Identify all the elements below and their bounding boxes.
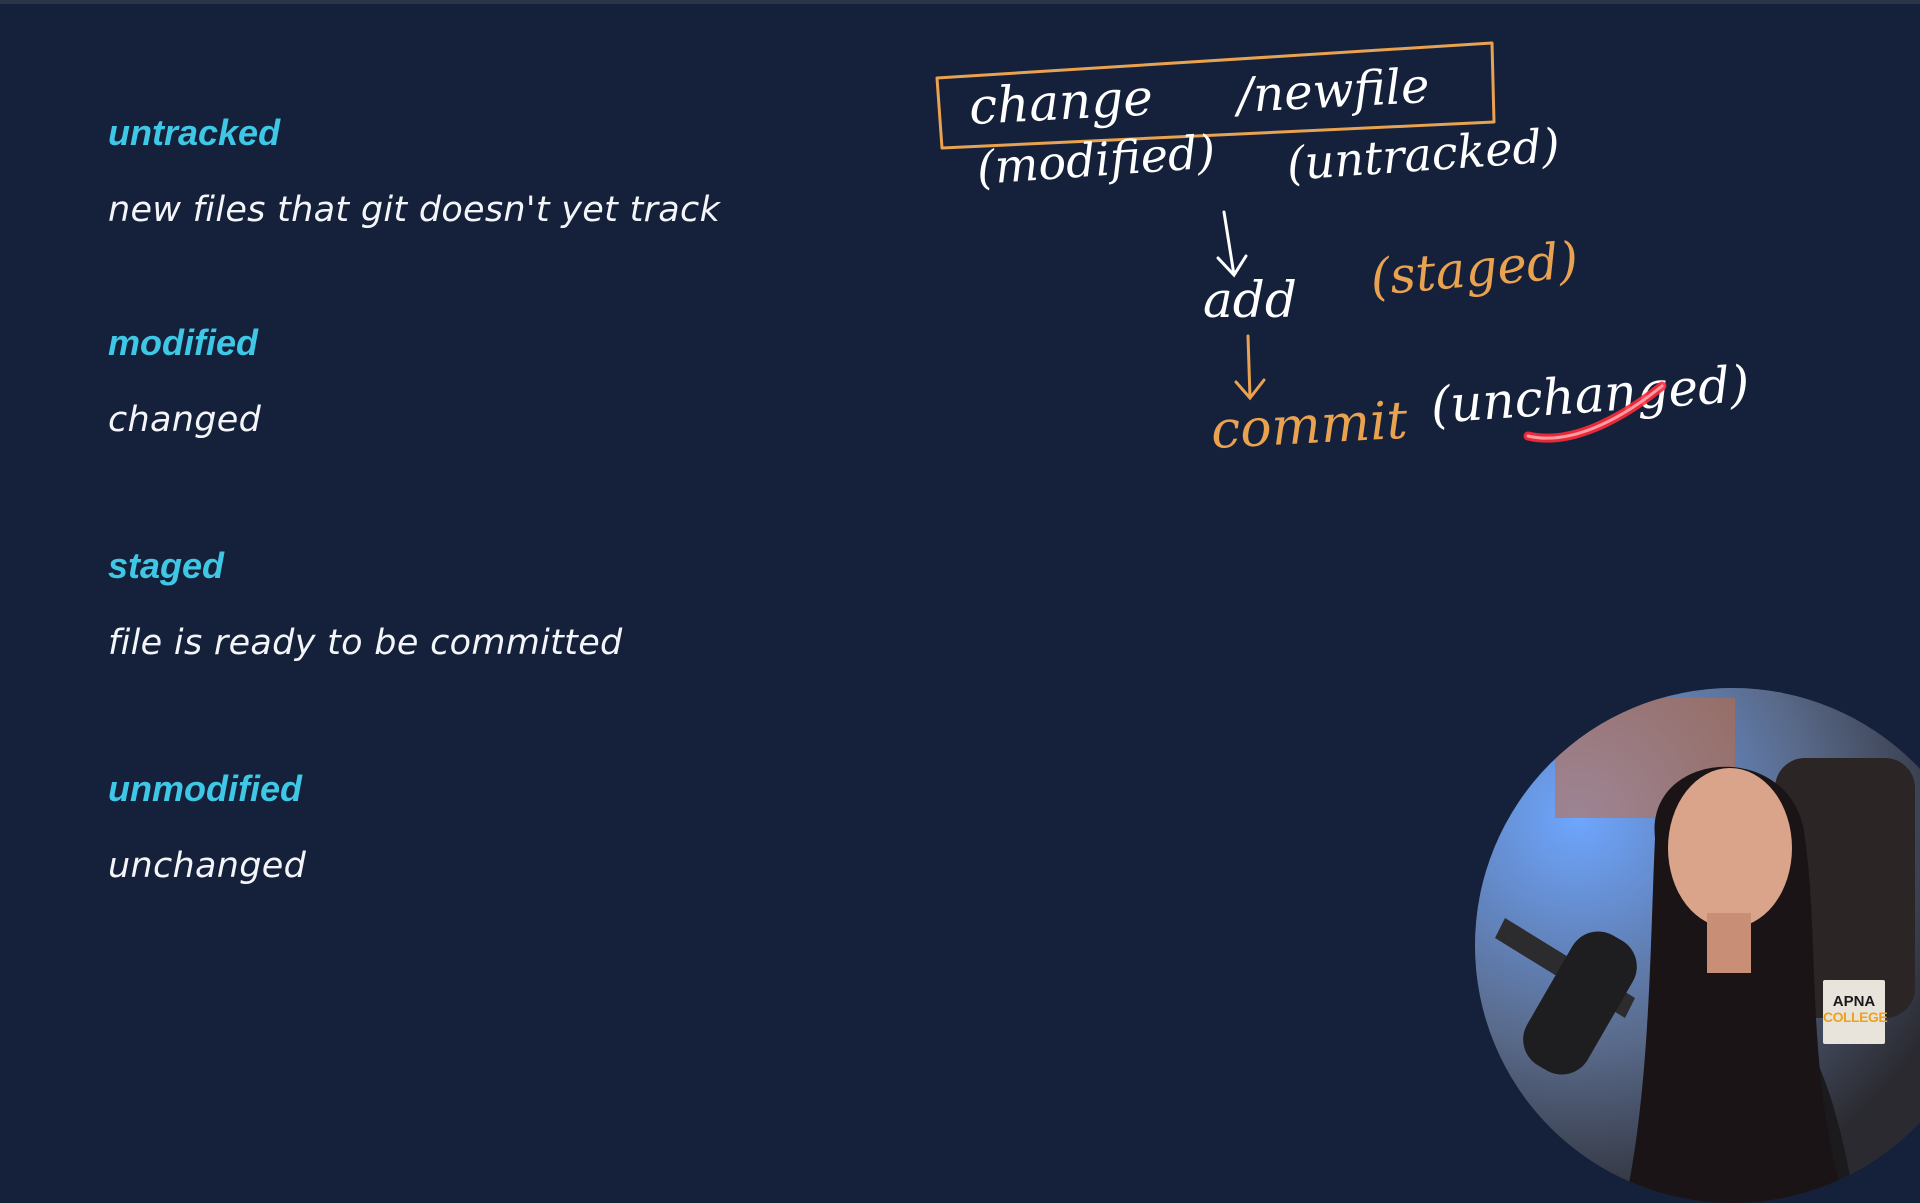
label-staged: (staged) [1368, 231, 1580, 307]
label-newfile: /newfile [1232, 58, 1431, 124]
highlight-box [935, 41, 1496, 150]
red-highlight-glow [1526, 384, 1664, 440]
logo-text-apna: APNA [1832, 993, 1876, 1010]
definition-unmodified: unchanged [108, 846, 307, 886]
term-unmodified: unmodified [108, 768, 302, 809]
top-border [0, 0, 1920, 4]
apna-college-logo: APNA COLLEGE [1823, 980, 1888, 1044]
arrow-to-add [1216, 210, 1248, 278]
label-modified: (modified) [975, 124, 1217, 195]
definition-staged: file is ready to be committed [108, 623, 623, 663]
arrow-to-commit [1234, 334, 1266, 401]
label-commit: commit [1210, 391, 1410, 461]
term-modified: modified [108, 322, 258, 363]
definition-untracked: new files that git doesn't yet track [108, 190, 721, 230]
label-add: add [1203, 271, 1297, 329]
logo-text-college: COLLEGE [1823, 1009, 1888, 1025]
red-highlight-stroke [1523, 381, 1667, 443]
presenter-image [1475, 688, 1920, 1203]
label-unchanged: (unchanged) [1429, 355, 1752, 435]
presenter-webcam [1475, 688, 1920, 1203]
term-untracked: untracked [108, 112, 281, 153]
label-untracked: (untracked) [1285, 118, 1561, 191]
label-change: change [968, 68, 1155, 136]
term-staged: staged [108, 545, 225, 586]
definition-modified: changed [108, 400, 262, 440]
